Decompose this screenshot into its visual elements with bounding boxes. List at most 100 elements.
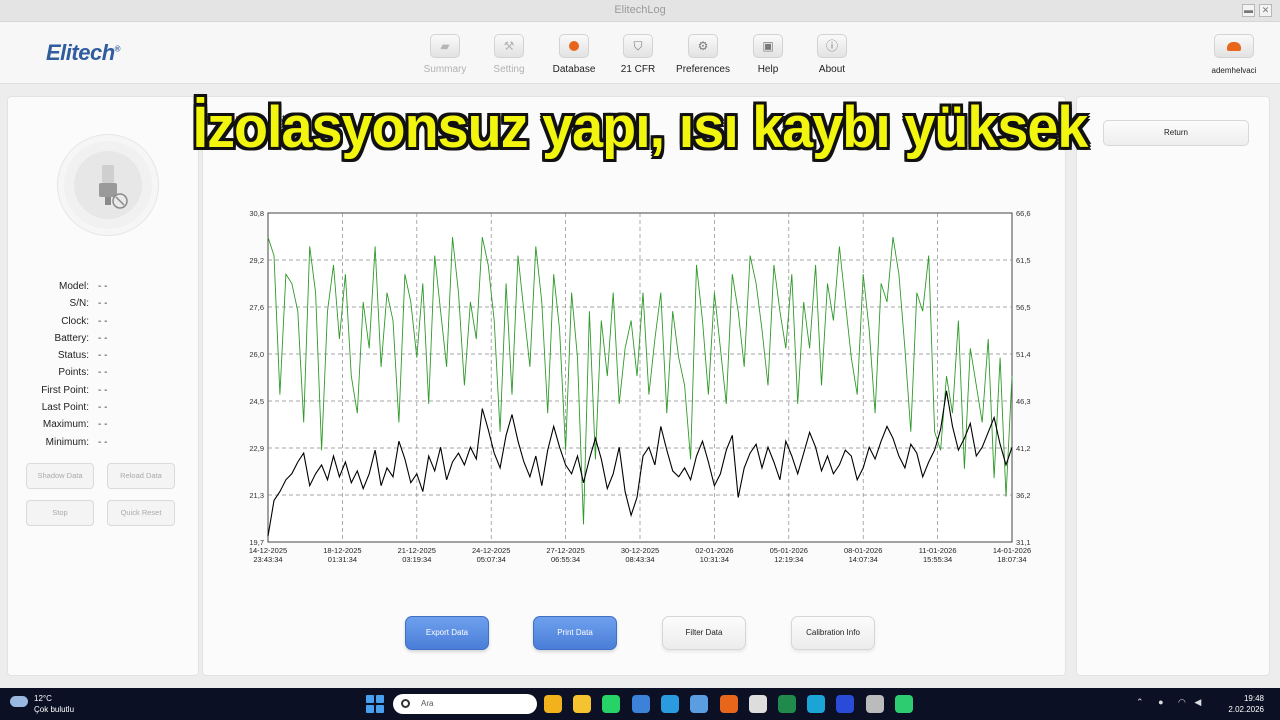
shield-icon: ⛉	[623, 34, 653, 58]
toolbar-label: Preferences	[676, 64, 730, 75]
username-label: ademhelvaci	[1211, 66, 1257, 75]
toolbar-summary-button[interactable]: ▰ Summary	[413, 34, 477, 75]
temperature-humidity-chart: 19,7 31,121,3 36,222,9 41,224,5 46,326,0 51,4…	[249, 209, 1031, 564]
toolbar-help-button[interactable]: ▣ Help	[736, 34, 800, 75]
toolbar-about-button[interactable]: ⓘ About	[800, 34, 864, 75]
taskbar-v-app-icon[interactable]	[749, 695, 767, 713]
taskbar-file-explorer-icon[interactable]	[573, 695, 591, 713]
y-right-tick-label: 56,5	[1016, 303, 1031, 312]
y-left-tick-label: 27,6	[249, 303, 264, 312]
taskbar-search-input[interactable]: Ara	[393, 694, 537, 714]
toolbar-21-cfr-button[interactable]: ⛉ 21 CFR	[606, 34, 670, 75]
elitech-logo: Elitech®	[46, 40, 121, 65]
info-key: S/N:	[69, 298, 89, 310]
info-key: Clock:	[61, 315, 89, 327]
info-key: Battery:	[54, 332, 89, 344]
x-tick-label-time: 10:31:34	[700, 555, 729, 564]
device-info-list: Model: - - S/N: - - Clock: - - Battery: - - Stat…	[8, 281, 200, 454]
system-tray[interactable]: ⌃ ● ◠ ◀	[1136, 697, 1218, 711]
x-tick-label-time: 14:07:34	[849, 555, 878, 564]
info-key: Last Point:	[41, 402, 89, 414]
y-left-tick-label: 22,9	[249, 444, 264, 453]
info-value: - -	[98, 384, 108, 396]
search-icon	[401, 699, 410, 708]
window-title: ElitechLog	[614, 4, 666, 16]
toolbar-label: About	[818, 64, 846, 75]
info-value: - -	[98, 281, 108, 292]
right-panel: Return	[1076, 96, 1270, 676]
info-value: - -	[98, 332, 108, 344]
info-value: - -	[98, 419, 108, 431]
wifi-icon[interactable]: ◠	[1178, 697, 1186, 707]
info-key: Model:	[58, 281, 89, 292]
y-left-tick-label: 26,0	[249, 350, 264, 359]
device-panel: Model: - - S/N: - - Clock: - - Battery: - - Stat…	[7, 96, 199, 676]
filter-data-button[interactable]: Filter Data	[662, 616, 746, 650]
x-tick-label-time: 01:31:34	[328, 555, 357, 564]
reload-data-button[interactable]: Reload Data	[107, 463, 175, 489]
chevron-up-icon[interactable]: ⌃	[1136, 697, 1144, 707]
taskbar-chrome-icon[interactable]	[544, 695, 562, 713]
quick-reset-button[interactable]: Quick Reset	[107, 500, 175, 526]
toolbar-database-button[interactable]: Database	[542, 34, 606, 75]
x-tick-label-time: 12:19:34	[774, 555, 803, 564]
taskbar-excel-icon[interactable]	[778, 695, 796, 713]
toolbar-preferences-button[interactable]: ⚙ Preferences	[671, 34, 735, 75]
x-tick-label-date: 08-01-2026	[844, 546, 882, 555]
x-tick-label-date: 11-01-2026	[919, 546, 957, 555]
taskbar-app-icon[interactable]	[895, 695, 913, 713]
elitechlog-window: ElitechLog ▬ ✕ Elitech® ▰ Summary ⚒ Setting…	[0, 0, 1280, 688]
info-value: - -	[98, 402, 108, 414]
info-row: Last Point: - -	[8, 402, 200, 419]
info-row: Status: - -	[8, 350, 200, 367]
info-row: Points: - -	[8, 367, 200, 384]
info-value: - -	[98, 350, 108, 362]
taskbar-clock[interactable]: 19:48 2.02.2026	[1208, 693, 1264, 715]
info-icon: ⓘ	[817, 34, 847, 58]
y-left-tick-label: 24,5	[249, 397, 264, 406]
info-key: Maximum:	[42, 419, 89, 431]
taskbar-app-icon[interactable]	[836, 695, 854, 713]
x-tick-label-time: 06:55:34	[551, 555, 580, 564]
info-row: First Point: - -	[8, 385, 200, 402]
info-row: Maximum: - -	[8, 419, 200, 436]
info-row: Model: - -	[8, 281, 200, 298]
microphone-icon[interactable]: ●	[1158, 697, 1163, 707]
windows-taskbar: 12°C Çok bulutlu Ara ⌃ ● ◠ ◀ 19:48 2.02.2…	[0, 688, 1280, 720]
user-account[interactable]: ademhelvaci	[1208, 34, 1260, 75]
taskbar-elitechlog-icon[interactable]	[720, 695, 738, 713]
taskbar-usb-app-icon[interactable]	[866, 695, 884, 713]
gear-icon: ⚙	[688, 34, 718, 58]
minimize-button[interactable]: ▬	[1242, 4, 1255, 17]
calibration-info-button[interactable]: Calibration Info	[791, 616, 875, 650]
info-value: - -	[98, 315, 108, 327]
info-row: Battery: - -	[8, 333, 200, 350]
info-value: - -	[98, 367, 108, 379]
info-row: S/N: - -	[8, 298, 200, 315]
x-tick-label-date: 30-12-2025	[621, 546, 659, 555]
user-cloud-icon[interactable]	[1214, 34, 1254, 58]
taskbar-app-icon[interactable]	[632, 695, 650, 713]
start-button[interactable]	[366, 695, 384, 713]
taskbar-app-icon[interactable]	[661, 695, 679, 713]
stop-button[interactable]: Stop	[26, 500, 94, 526]
x-tick-label-time: 08:43:34	[625, 555, 654, 564]
taskbar-app-icon[interactable]	[690, 695, 708, 713]
close-button[interactable]: ✕	[1259, 4, 1272, 17]
toolbar-setting-button[interactable]: ⚒ Setting	[477, 34, 541, 75]
y-right-tick-label: 36,2	[1016, 491, 1031, 500]
shadow-data-button[interactable]: Shadow Data	[26, 463, 94, 489]
x-tick-label-time: 05:07:34	[477, 555, 506, 564]
x-tick-label-time: 15:55:34	[923, 555, 952, 564]
speaker-icon[interactable]: ◀	[1194, 697, 1201, 707]
print-data-button[interactable]: Print Data	[533, 616, 617, 650]
export-data-button[interactable]: Export Data	[405, 616, 489, 650]
x-tick-label-date: 14-12-2025	[249, 546, 287, 555]
toolbar-label: Database	[552, 64, 596, 75]
taskbar-edge-icon[interactable]	[807, 695, 825, 713]
taskbar-whatsapp-icon[interactable]	[602, 695, 620, 713]
info-value: - -	[98, 436, 108, 448]
y-right-tick-label: 41,2	[1016, 444, 1031, 453]
toolbar-label: Help	[757, 64, 779, 75]
y-left-tick-label: 29,2	[249, 256, 264, 265]
